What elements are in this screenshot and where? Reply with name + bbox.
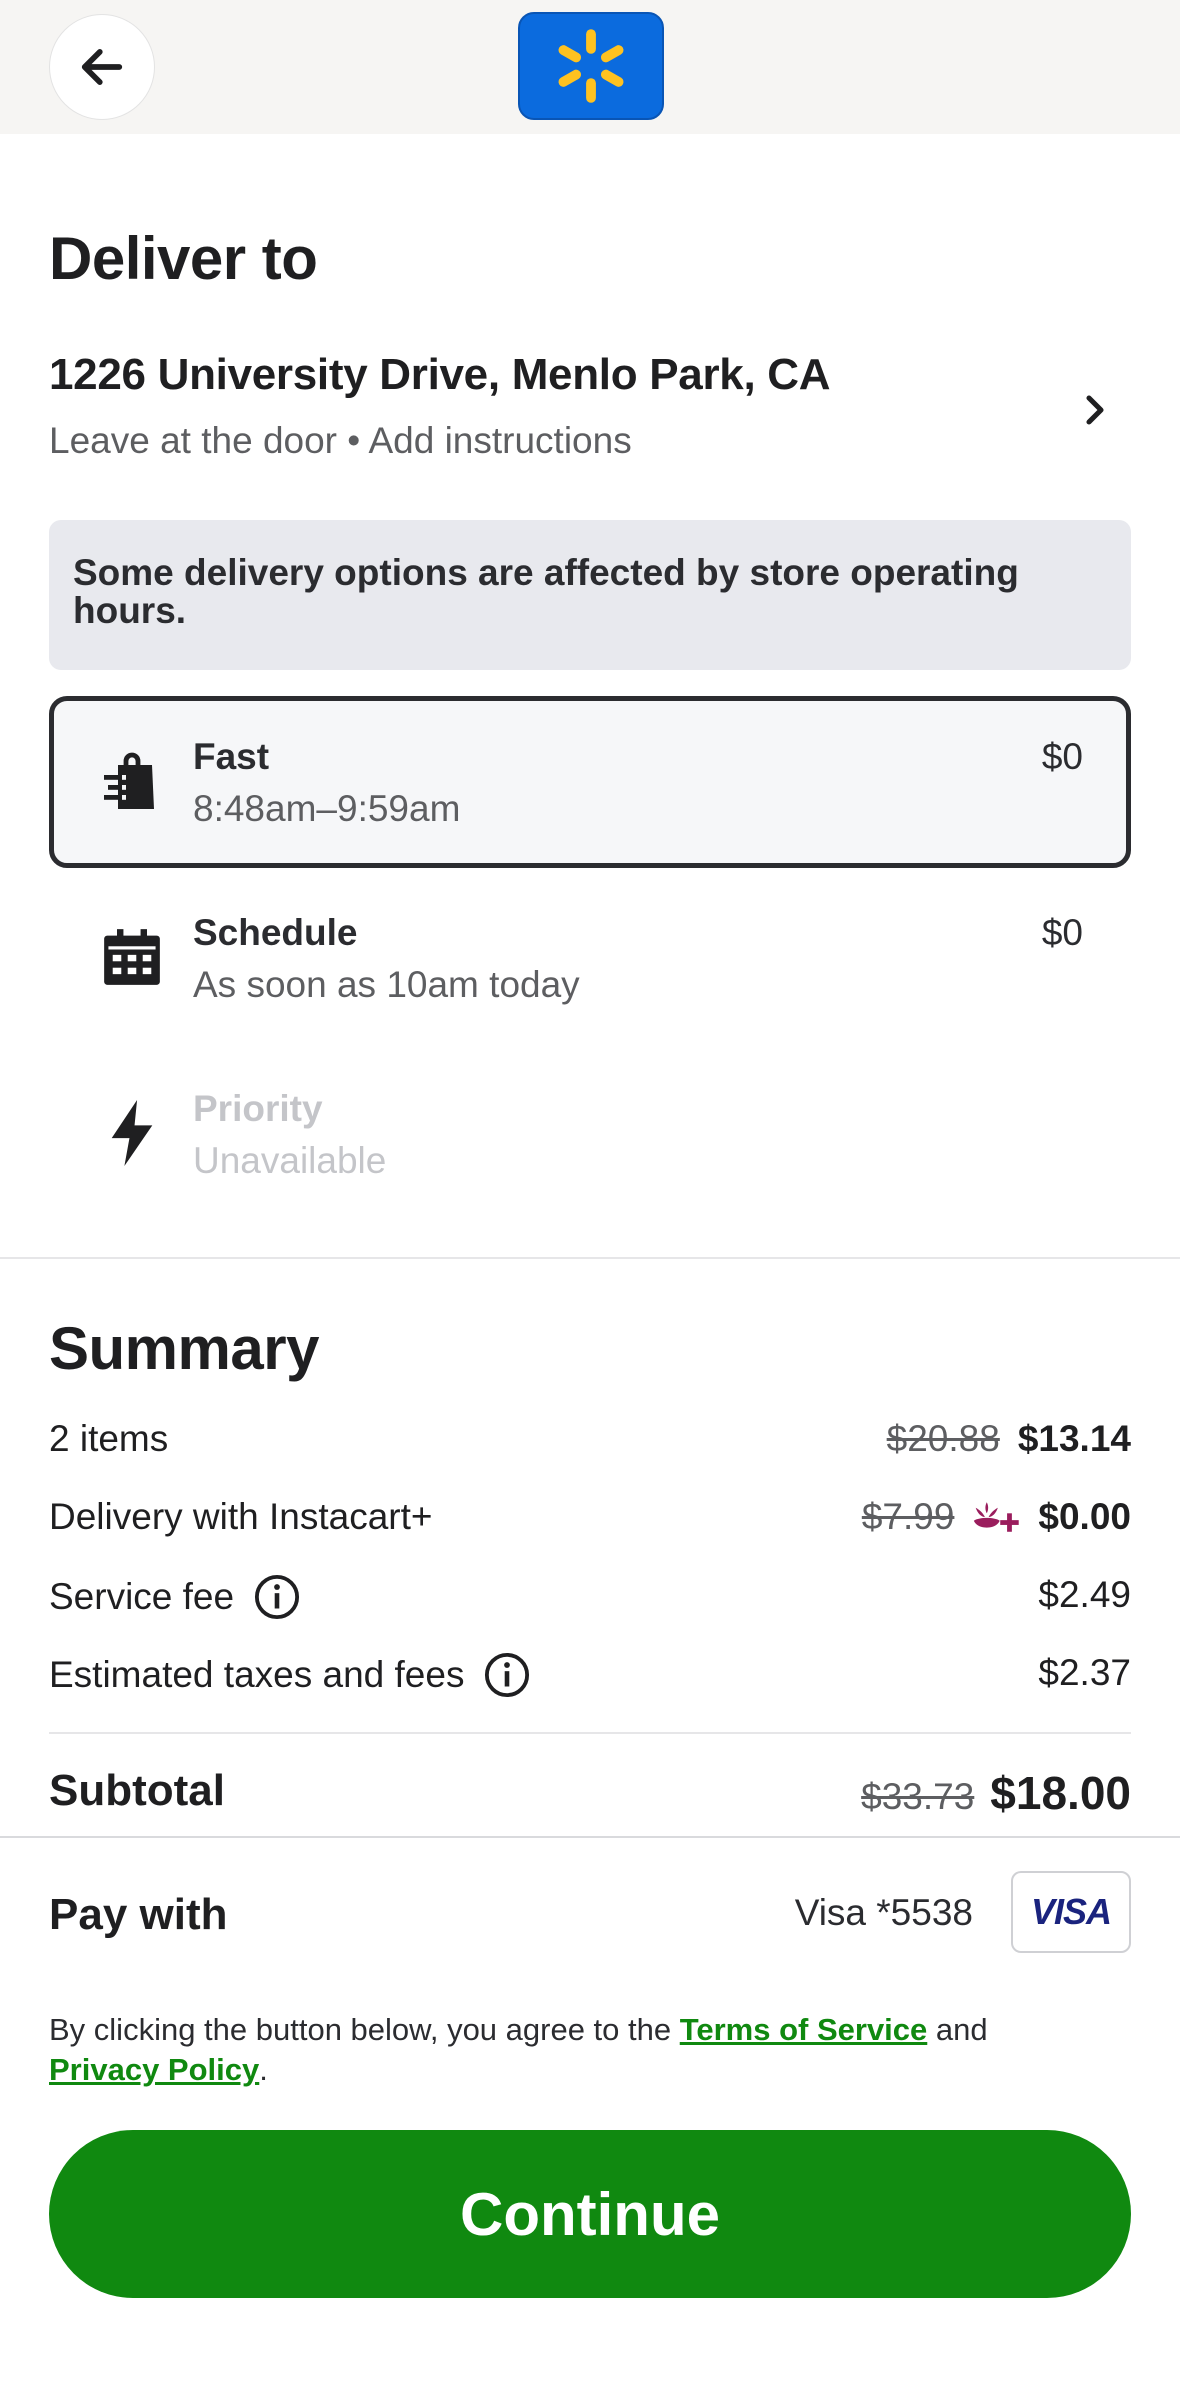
lightning-icon: [99, 1100, 165, 1166]
info-icon[interactable]: [254, 1574, 300, 1620]
option-title: Priority: [193, 1088, 323, 1129]
option-price: $0: [1041, 736, 1083, 777]
delivery-fee-label: Delivery with Instacart+: [49, 1496, 433, 1537]
deliver-to-heading: Deliver to: [49, 225, 318, 292]
option-price: $0: [1041, 912, 1083, 953]
checkout-footer: Pay with Visa *5538 VISA By clicking the…: [0, 1836, 1180, 2396]
summary-heading: Summary: [49, 1315, 319, 1382]
items-price: $13.14: [1017, 1418, 1131, 1459]
delivery-option-schedule[interactable]: Schedule As soon as 10am today $0: [49, 872, 1131, 1044]
arrow-left-icon: [81, 49, 123, 85]
payment-card: Visa *5538: [794, 1892, 973, 1933]
summary-divider: [49, 1732, 1131, 1734]
summary-taxes-row: Estimated taxes and fees $2.37: [49, 1646, 1131, 1702]
option-title: Fast: [193, 736, 270, 777]
delivery-address: 1226 University Drive, Menlo Park, CA: [49, 350, 831, 399]
calendar-icon: [99, 924, 165, 990]
top-bar: [0, 0, 1180, 134]
option-time-window: 8:48am–9:59am: [193, 788, 461, 829]
taxes-price: $2.37: [1038, 1652, 1131, 1693]
instacart-plus-icon: [974, 1502, 1020, 1532]
subtotal-row: Subtotal $33.73 $18.00: [49, 1766, 1131, 1826]
continue-button[interactable]: Continue: [49, 2130, 1131, 2298]
option-status: Unavailable: [193, 1140, 387, 1181]
subtotal-original-price: $33.73: [861, 1776, 975, 1817]
legal-middle: and: [927, 2012, 988, 2047]
back-button[interactable]: [49, 14, 155, 120]
summary-items-row: 2 items $20.88 $13.14: [49, 1412, 1131, 1468]
option-title: Schedule: [193, 912, 358, 953]
legal-disclaimer: By clicking the button below, you agree …: [49, 2010, 1131, 2090]
service-fee-price: $2.49: [1038, 1574, 1131, 1615]
option-time-window: As soon as 10am today: [193, 964, 580, 1005]
delivery-option-priority: Priority Unavailable: [49, 1048, 1131, 1220]
chevron-right-icon: [1086, 395, 1104, 425]
service-fee-label: Service fee: [49, 1576, 235, 1617]
walmart-spark-icon: [558, 29, 624, 103]
summary-service-fee-row: Service fee $2.49: [49, 1568, 1131, 1624]
items-label: 2 items: [49, 1418, 169, 1459]
delivery-option-fast[interactable]: Fast 8:48am–9:59am $0: [49, 696, 1131, 868]
summary-delivery-row: Delivery with Instacart+ $7.99 $0.00: [49, 1490, 1131, 1546]
walmart-logo: [518, 12, 664, 120]
info-icon[interactable]: [484, 1652, 530, 1698]
legal-prefix: By clicking the button below, you agree …: [49, 2012, 680, 2047]
payment-method-selector[interactable]: Pay with Visa *5538 VISA: [49, 1868, 1131, 1954]
pay-with-label: Pay with: [49, 1890, 228, 1939]
section-divider: [0, 1257, 1180, 1259]
delivery-instructions[interactable]: Leave at the door • Add instructions: [49, 420, 632, 462]
subtotal-label: Subtotal: [49, 1766, 225, 1815]
address-selector[interactable]: 1226 University Drive, Menlo Park, CA Le…: [49, 350, 1131, 470]
taxes-label: Estimated taxes and fees: [49, 1654, 465, 1695]
visa-card-icon: VISA: [1011, 1871, 1131, 1953]
privacy-policy-link[interactable]: Privacy Policy: [49, 2052, 259, 2087]
delivery-price: $0.00: [1038, 1496, 1131, 1537]
store-hours-notice: Some delivery options are affected by st…: [49, 520, 1131, 670]
delivery-original-price: $7.99: [861, 1496, 955, 1537]
items-original-price: $20.88: [886, 1418, 1000, 1459]
legal-suffix: .: [259, 2052, 268, 2087]
terms-of-service-link[interactable]: Terms of Service: [680, 2012, 928, 2047]
subtotal-price: $18.00: [990, 1767, 1131, 1819]
shopping-bag-fast-icon: [99, 748, 165, 814]
